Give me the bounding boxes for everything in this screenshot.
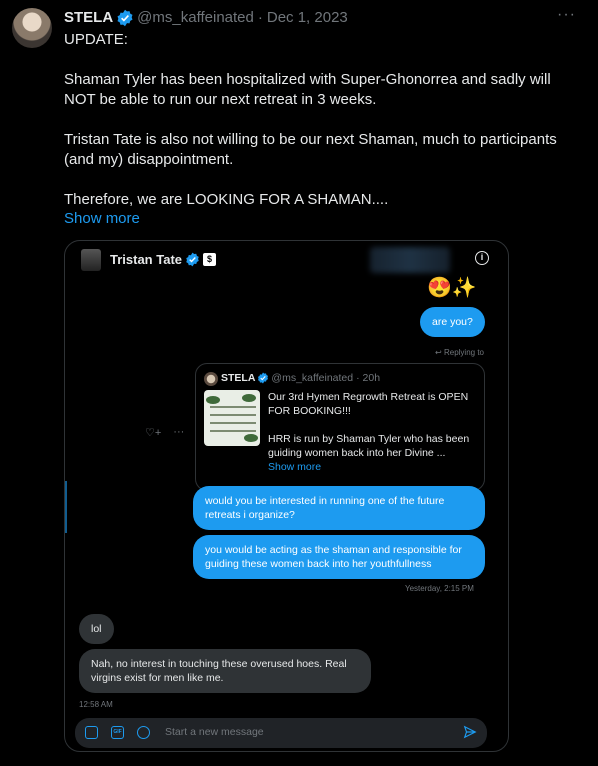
quoted-header: STELA @ms_kaffeinated · 20h [221, 372, 380, 384]
author-handle[interactable]: @ms_kaffeinated [137, 8, 254, 28]
quoted-show-more: Show more [268, 461, 322, 473]
author-avatar[interactable] [12, 8, 52, 48]
gif-icon: GIF [111, 726, 124, 739]
message-are-you: are you? [420, 307, 485, 337]
tweet-date[interactable]: Dec 1, 2023 [267, 8, 348, 28]
info-icon: i [475, 251, 489, 265]
show-more-link[interactable]: Show more [64, 209, 140, 229]
verified-badge-icon [117, 9, 133, 27]
message-shaman: you would be acting as the shaman and re… [193, 535, 485, 579]
image-icon [85, 726, 98, 739]
message-actions: ♡+ ··· [145, 426, 184, 439]
quoted-image [204, 390, 260, 446]
affiliate-badge-icon: $ [203, 253, 217, 266]
composer-placeholder: Start a new message [165, 726, 264, 738]
quoted-handle: @ms_kaffeinated [271, 372, 354, 384]
blurred-region [370, 247, 450, 273]
send-icon [463, 725, 477, 739]
verified-badge-icon [258, 372, 269, 384]
message-interest: would you be interested in running one o… [193, 486, 485, 530]
message-reply: Nah, no interest in touching these overu… [79, 649, 371, 693]
timestamp-2: 12:58 AM [79, 700, 113, 709]
message-composer: GIF Start a new message [75, 718, 487, 748]
react-icon: ♡+ [145, 427, 162, 439]
contact-name-row: Tristan Tate $ [110, 252, 217, 267]
contact-name: Tristan Tate [110, 252, 183, 267]
more-icon: ··· [173, 426, 185, 438]
emoji-message: 😍✨ [427, 277, 477, 299]
timestamp-1: Yesterday, 2:15 PM [405, 584, 474, 593]
author-name[interactable]: STELA [64, 8, 113, 28]
replying-to-label: ↩ Replying to [435, 348, 484, 357]
emoji-icon [137, 726, 150, 739]
tweet-text: UPDATE: Shaman Tyler has been hospitaliz… [64, 31, 557, 208]
verified-badge-icon [186, 252, 199, 267]
more-options-icon[interactable]: ··· [557, 6, 576, 24]
quoted-author-name: STELA [221, 372, 256, 384]
tweet-header: STELA @ms_kaffeinated · Dec 1, 2023 [64, 8, 348, 28]
embedded-screenshot[interactable]: Tristan Tate $ i 😍✨ are you? ↩ Replying … [64, 240, 509, 752]
header-separator: · [257, 9, 263, 26]
quoted-text: Our 3rd Hymen Regrowth Retreat is OPEN F… [268, 391, 470, 459]
thread-line [65, 481, 67, 533]
dm-header: Tristan Tate $ i [65, 241, 508, 279]
message-lol: lol [79, 614, 114, 644]
contact-avatar [81, 249, 101, 271]
quoted-tweet: STELA @ms_kaffeinated · 20h Our 3rd Hyme… [195, 363, 485, 491]
quoted-time: · 20h [356, 372, 381, 384]
quoted-avatar [204, 372, 218, 386]
